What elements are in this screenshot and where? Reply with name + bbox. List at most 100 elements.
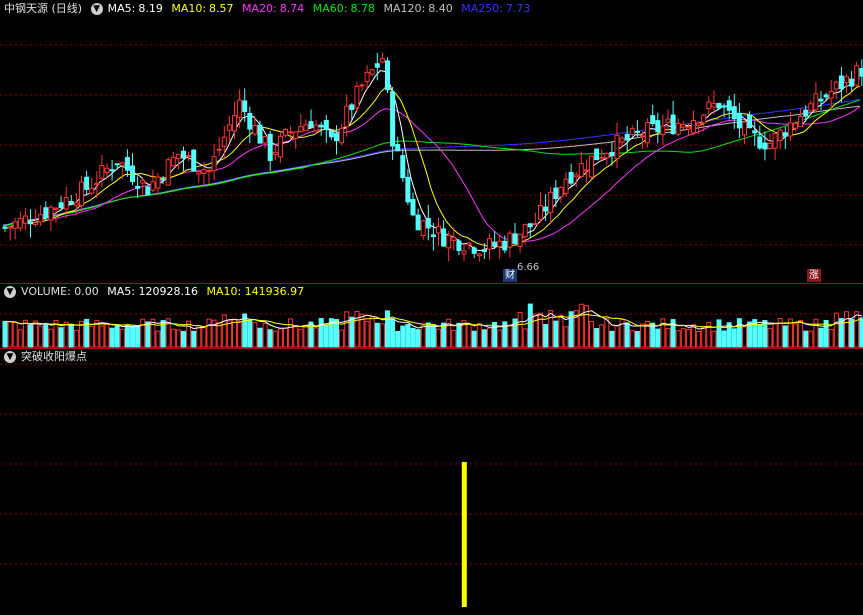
candle-body xyxy=(446,234,452,249)
volume-bar xyxy=(344,311,350,348)
volume-bar xyxy=(89,325,95,348)
volume-bar xyxy=(599,324,605,348)
candle-body xyxy=(803,109,809,117)
volume-bar xyxy=(140,318,146,348)
volume-bar xyxy=(813,318,819,348)
collapse-icon[interactable]: ▼ xyxy=(4,286,16,298)
candle-body xyxy=(660,125,666,136)
candle-body xyxy=(854,65,860,86)
volume-bar xyxy=(716,319,722,348)
candle-body xyxy=(359,84,365,87)
volume-bar xyxy=(640,323,645,348)
volume-bar xyxy=(364,320,370,348)
volume-bar xyxy=(578,303,584,348)
volume-bar xyxy=(379,323,385,348)
candle-body xyxy=(563,178,569,194)
volume-bar xyxy=(318,318,324,348)
candle-body xyxy=(425,217,431,229)
price-chart-pane[interactable]: 中钢天源 (日线) ▼ MA5: 8.19 MA10: 8.57 MA20: 8.74 … xyxy=(0,0,863,283)
candle-body xyxy=(181,150,186,159)
volume-bar xyxy=(833,312,839,348)
volume-bar xyxy=(553,320,559,348)
rise-event-marker[interactable]: 涨 xyxy=(807,269,821,282)
volume-bar xyxy=(492,321,498,348)
volume-bar xyxy=(124,324,130,348)
candle-body xyxy=(716,103,722,109)
stock-title[interactable]: 中钢天源 (日线) xyxy=(4,2,82,15)
volume-bar xyxy=(696,330,702,348)
candle-body xyxy=(558,187,564,198)
candle-body xyxy=(237,99,243,118)
indicator-pane[interactable]: ▼ 突破收阳爆点 xyxy=(0,349,863,615)
candle-body xyxy=(221,136,227,147)
volume-bar xyxy=(339,329,345,348)
candle-body xyxy=(640,135,645,138)
candle-body xyxy=(578,163,584,177)
volume-bar xyxy=(420,324,426,348)
indicator-chart[interactable] xyxy=(0,349,863,615)
volume-bar xyxy=(634,331,640,348)
candle-body xyxy=(818,98,824,102)
candle-body xyxy=(124,157,130,171)
candle-body xyxy=(568,171,574,184)
candle-body xyxy=(334,133,339,142)
volume-bar xyxy=(793,323,798,348)
volume-bar xyxy=(563,326,569,348)
volume-bar xyxy=(28,324,33,348)
volume-bar xyxy=(849,318,855,348)
candle-body xyxy=(833,81,839,90)
candle-body xyxy=(553,187,559,200)
candle-body xyxy=(838,75,844,90)
candle-body xyxy=(374,63,380,68)
volume-bar xyxy=(170,328,176,348)
candle-body xyxy=(140,179,146,184)
candle-body xyxy=(747,114,753,129)
volume-bar xyxy=(48,328,54,348)
candle-body xyxy=(430,234,436,237)
candle-body xyxy=(481,249,487,253)
volume-chart-pane[interactable]: ▼ VOLUME: 0.00 MA5: 120928.16 MA10: 14193… xyxy=(0,284,863,348)
volume-bar xyxy=(12,321,18,348)
candle-body xyxy=(43,207,49,218)
candle-body xyxy=(604,152,610,159)
volume-bar xyxy=(532,313,538,348)
volume-bar xyxy=(303,324,309,348)
volume-bar xyxy=(507,324,513,348)
candle-body xyxy=(155,176,161,189)
volume-bar xyxy=(252,322,258,348)
volume-bar xyxy=(767,327,773,348)
volume-bar xyxy=(808,330,814,348)
candle-body xyxy=(33,222,39,226)
volume-bar xyxy=(675,330,681,348)
volume-bar xyxy=(466,323,472,348)
candle-body xyxy=(594,148,600,161)
finance-event-marker[interactable]: 财 xyxy=(503,269,517,282)
volume-bar xyxy=(711,330,717,348)
candle-body xyxy=(369,69,375,75)
candle-body xyxy=(675,123,681,135)
volume-bar xyxy=(109,327,115,348)
volume-bar xyxy=(430,324,436,348)
ma120-label: MA120: xyxy=(383,2,426,15)
volume-bar xyxy=(58,327,64,348)
candle-body xyxy=(196,171,202,175)
volume-bar xyxy=(436,328,441,348)
volume-label: VOLUME: 0.00 xyxy=(21,285,99,298)
candle-body xyxy=(798,115,804,128)
candle-body xyxy=(532,223,538,226)
candle-body xyxy=(272,151,278,156)
collapse-icon[interactable]: ▼ xyxy=(4,351,16,363)
volume-bar xyxy=(481,329,487,348)
candlestick-chart[interactable] xyxy=(0,0,863,283)
candle-body xyxy=(589,155,594,178)
candle-body xyxy=(364,72,370,83)
volume-bar xyxy=(68,324,74,348)
candle-body xyxy=(114,163,120,166)
collapse-icon[interactable]: ▼ xyxy=(90,3,103,15)
volume-bar xyxy=(818,327,824,348)
candle-body xyxy=(655,120,661,133)
candle-body xyxy=(415,214,421,231)
candle-body xyxy=(349,104,355,110)
ma5-label: MA5: xyxy=(107,2,136,15)
price-header: 中钢天源 (日线) ▼ MA5: 8.19 MA10: 8.57 MA20: 8.74 … xyxy=(4,2,535,16)
